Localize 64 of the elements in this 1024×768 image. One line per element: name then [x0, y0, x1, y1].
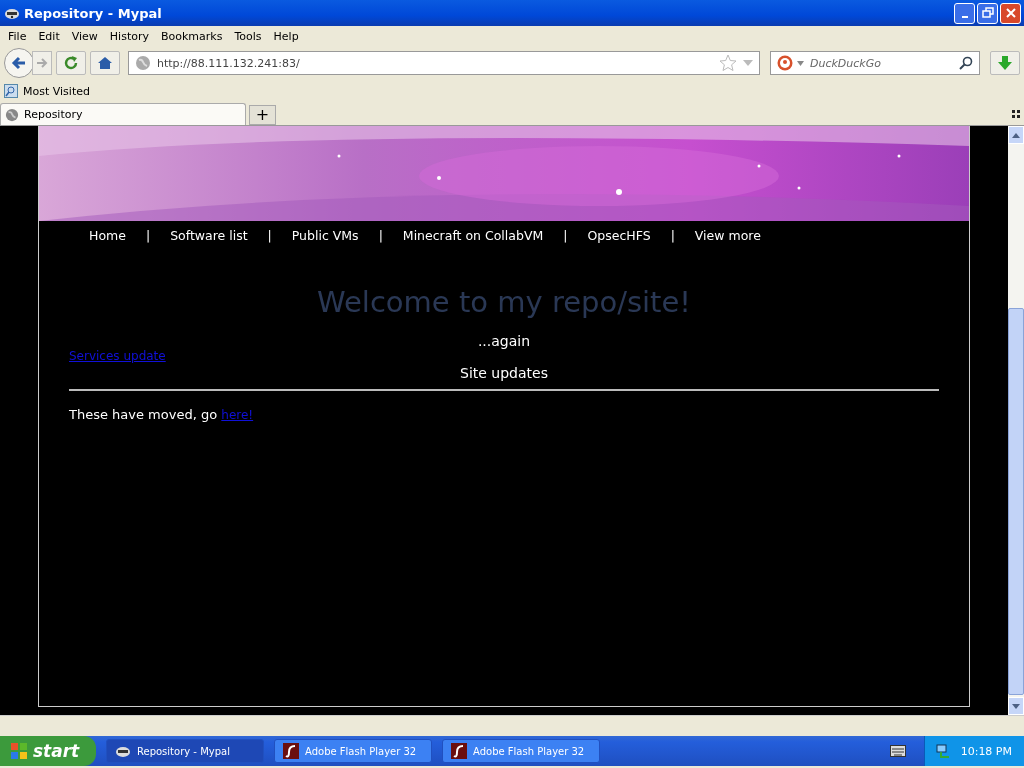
window-title: Repository - Mypal [24, 5, 163, 21]
menu-item[interactable]: History [103, 29, 155, 43]
bookmark-item[interactable]: Most Visited [4, 84, 90, 98]
moved-text: These have moved, go [69, 407, 219, 422]
network-icon[interactable] [934, 743, 951, 759]
menu-item[interactable]: Edit [32, 29, 66, 43]
nav-link[interactable]: Home [89, 227, 126, 243]
taskbar-button[interactable]: Adobe Flash Player 32 [442, 739, 600, 763]
nav-separator: | [267, 227, 272, 243]
scrollbar[interactable] [1008, 126, 1024, 715]
search-icon[interactable] [959, 56, 973, 70]
new-tab-button[interactable]: + [249, 105, 276, 125]
page-heading: Welcome to my repo/site! [316, 285, 692, 319]
dropdown-icon[interactable] [797, 60, 804, 66]
flash-icon [283, 743, 299, 759]
globe-icon [5, 107, 19, 122]
clock: 10:18 PM [960, 744, 1012, 758]
nav-link[interactable]: View more [694, 227, 761, 243]
nav-link[interactable]: OpsecHFS [587, 227, 651, 243]
taskbar-button[interactable]: Repository - Mypal [106, 739, 264, 763]
keyboard-icon[interactable] [889, 745, 906, 757]
home-button[interactable] [90, 51, 120, 75]
close-icon [1004, 7, 1017, 19]
reload-icon [63, 55, 79, 71]
down-arrow-icon[interactable] [1012, 703, 1020, 709]
forward-arrow-icon [36, 57, 48, 69]
start-button[interactable]: start [0, 736, 96, 766]
magnifier-icon [4, 84, 18, 98]
nav-separator: | [378, 227, 383, 243]
restore-button[interactable] [977, 2, 998, 24]
section-title: Site updates [460, 365, 548, 381]
nav-separator: | [670, 227, 675, 243]
nav-link[interactable]: Software list [170, 227, 248, 243]
back-button[interactable] [4, 48, 34, 78]
menu-item[interactable]: File [2, 29, 33, 43]
nav-link[interactable]: Public VMs [291, 227, 359, 243]
down-arrow-icon [997, 55, 1013, 71]
flash-icon [451, 743, 467, 759]
reload-button[interactable] [56, 51, 86, 75]
minimize-icon [961, 16, 968, 18]
taskbar-button[interactable]: Adobe Flash Player 32 [274, 739, 432, 763]
nav-separator: | [563, 227, 568, 243]
browser-tab[interactable]: Repository [0, 103, 246, 125]
nav-separator: | [145, 227, 151, 243]
star-icon[interactable] [719, 54, 737, 72]
menu-item[interactable]: Tools [228, 29, 268, 43]
globe-icon [135, 55, 151, 71]
url-text: http://88.111.132.241:83/ [157, 56, 300, 70]
minimize-button[interactable] [954, 2, 975, 24]
back-arrow-icon [10, 54, 28, 72]
address-field[interactable]: http://88.111.132.241:83/ [128, 51, 760, 75]
download-button[interactable] [990, 51, 1020, 75]
up-arrow-icon[interactable] [1012, 132, 1020, 138]
nav-link[interactable]: Minecraft on CollabVM [402, 227, 544, 243]
search-field[interactable]: DuckDuckGo [770, 51, 980, 75]
close-button[interactable] [1000, 2, 1021, 24]
menu-item[interactable]: Help [267, 29, 305, 43]
home-icon [97, 55, 113, 71]
menu-item[interactable]: Bookmarks [155, 29, 229, 43]
menu-item[interactable]: View [65, 29, 104, 43]
subheading: ...again [477, 333, 531, 349]
windows-flag-icon [10, 742, 28, 760]
restore-icon [981, 7, 994, 19]
grid-icon[interactable] [1012, 109, 1020, 118]
